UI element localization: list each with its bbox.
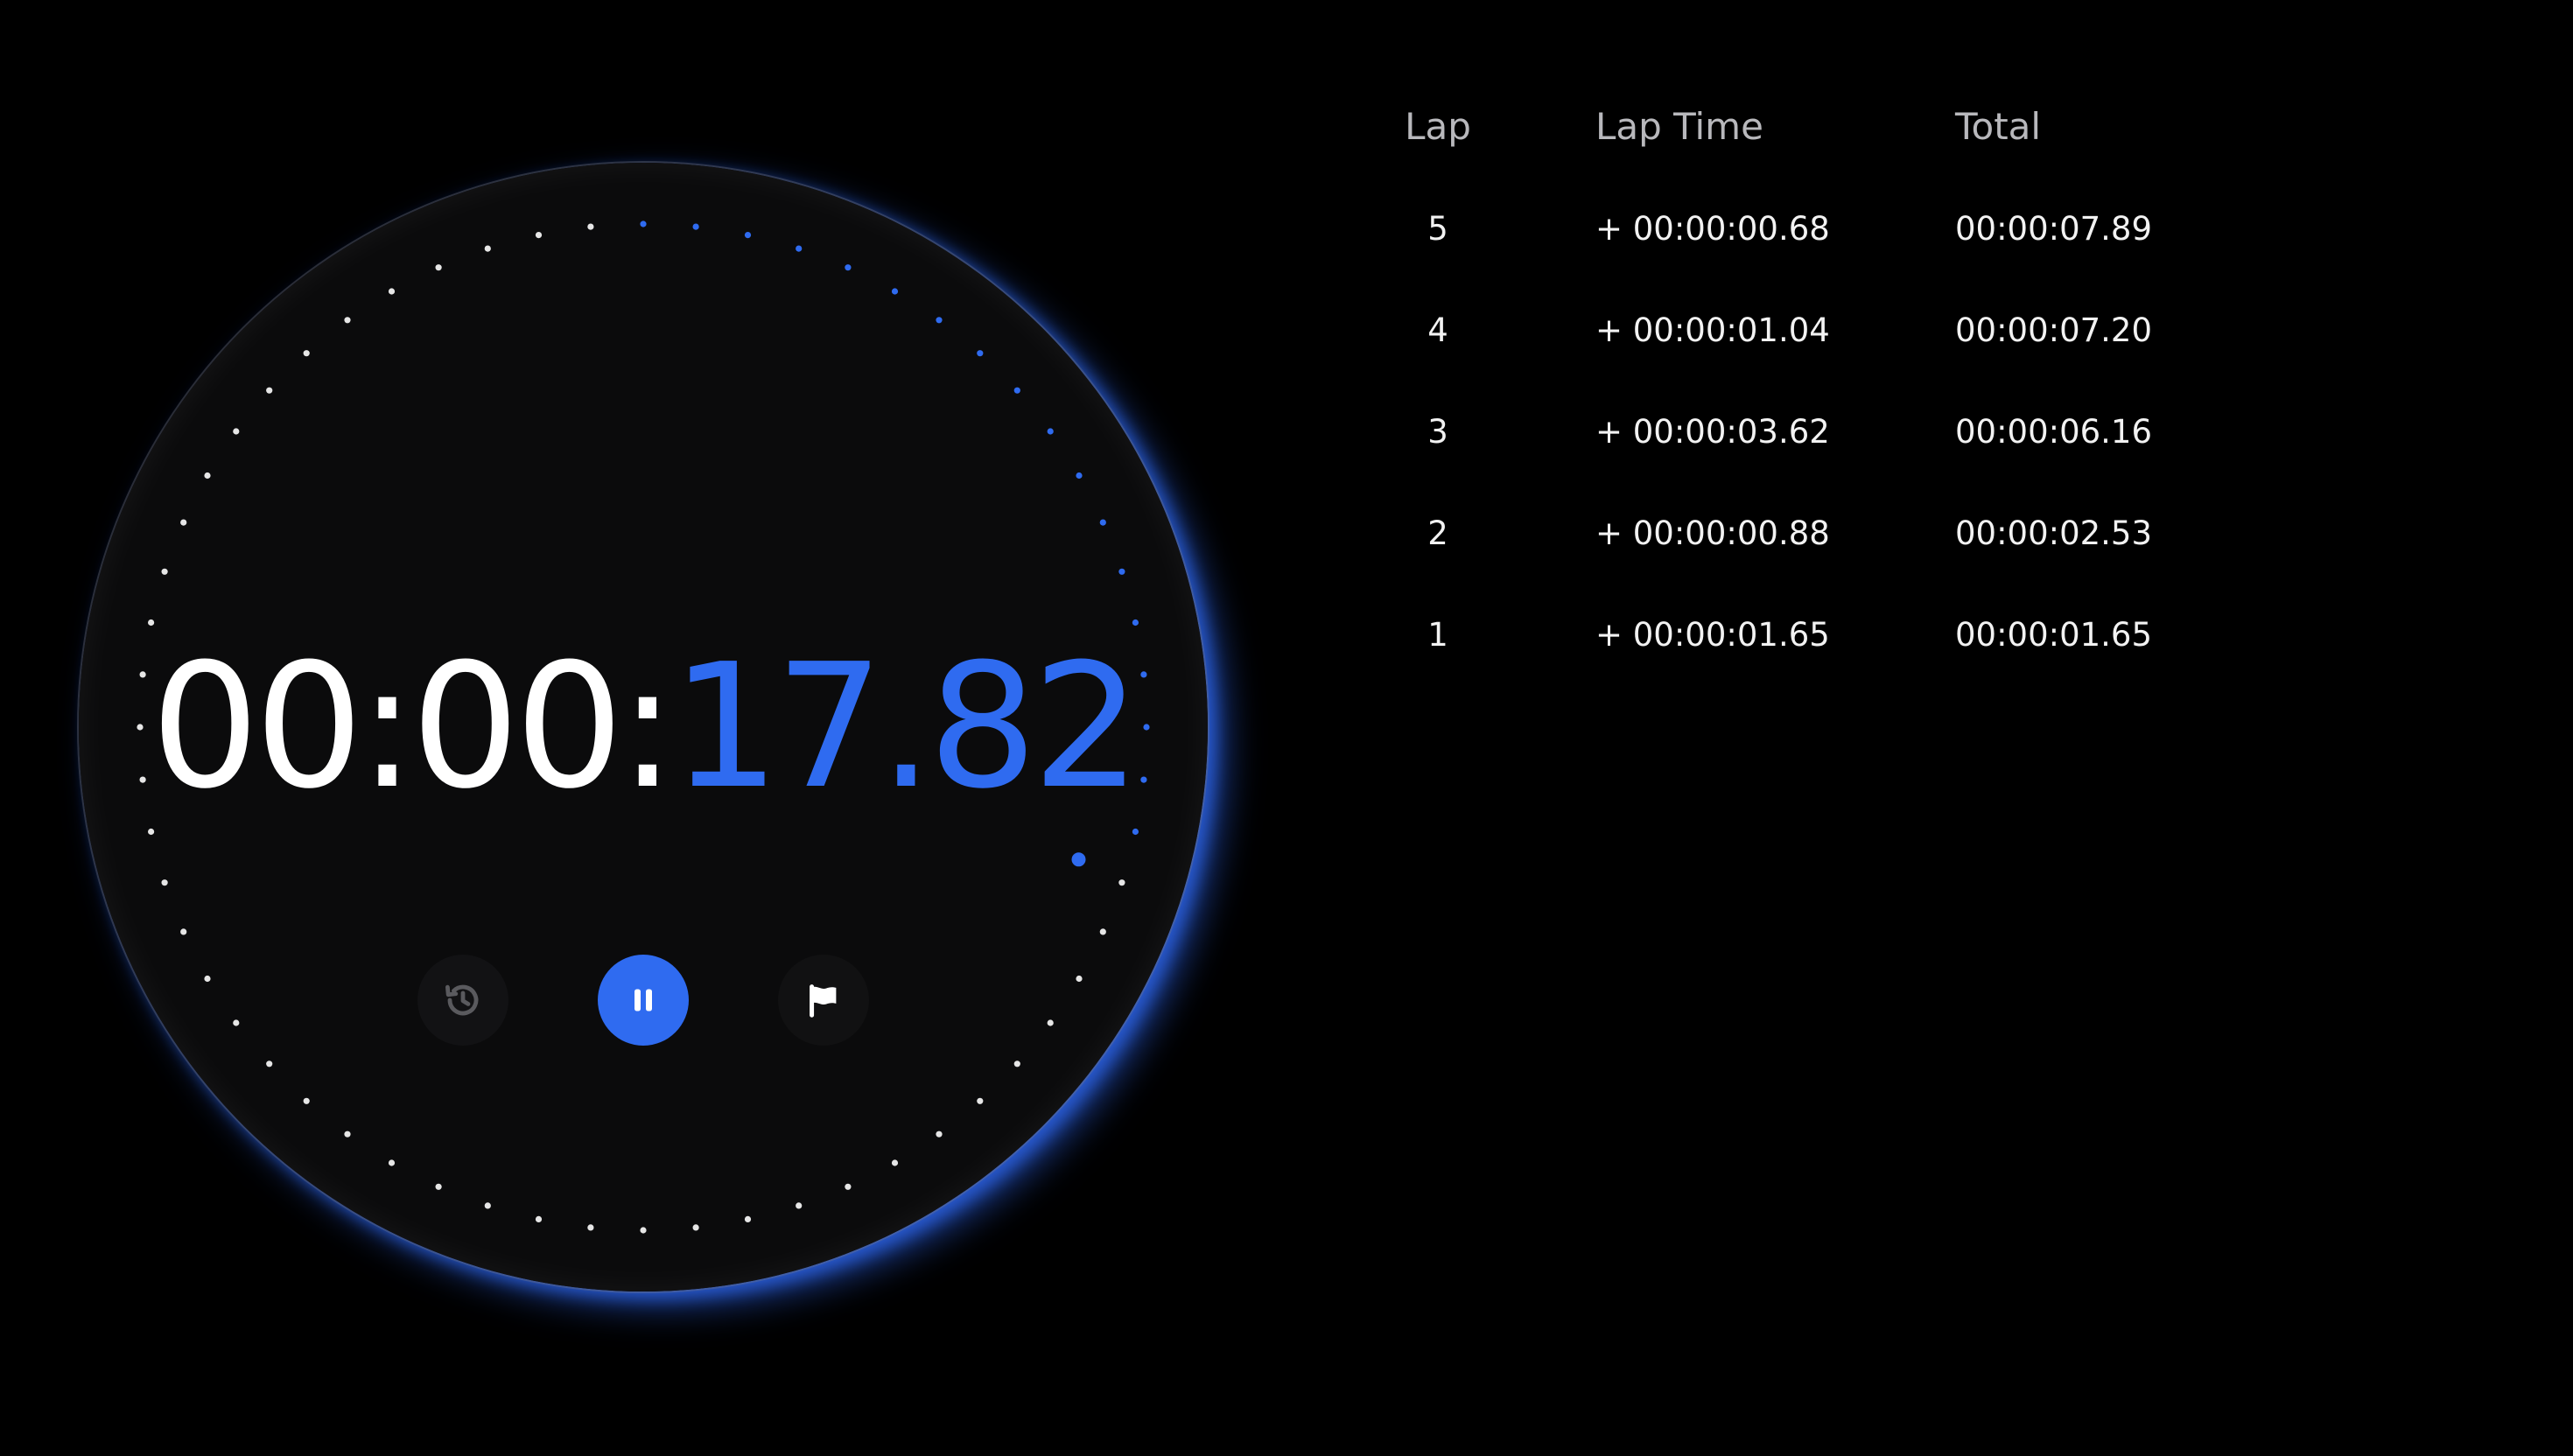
tick-dot [692, 223, 699, 230]
lap-total: 00:00:07.20 [1955, 312, 2153, 349]
total-column-header: Total [1955, 105, 2042, 148]
tick-dot [891, 288, 899, 295]
seconds-indicator-dot [1071, 852, 1086, 867]
lap-row: 5 + 00:00:00.68 00:00:07.89 [1365, 201, 2240, 303]
stopwatch-dial: 00:00:17.82 [79, 163, 1208, 1292]
lap-total: 00:00:02.53 [1955, 514, 2153, 552]
tick-dot [303, 350, 310, 357]
tick-dot [161, 879, 168, 886]
tick-dot [796, 245, 803, 252]
tick-dot [1047, 1019, 1054, 1026]
tick-dot [587, 223, 594, 230]
tick-dot [845, 264, 852, 271]
lap-number: 2 [1427, 514, 1448, 552]
lap-time-column-header: Lap Time [1595, 105, 1763, 148]
elapsed-time-hours-minutes: 00:00: [151, 627, 677, 827]
tick-dot [796, 1202, 803, 1209]
tick-dot [936, 1130, 943, 1138]
tick-dot [587, 1224, 594, 1231]
tick-dot [233, 428, 240, 435]
tick-dot [148, 619, 155, 626]
lap-total: 00:00:07.89 [1955, 210, 2153, 248]
pause-button[interactable] [598, 955, 689, 1046]
lap-row: 3 + 00:00:03.62 00:00:06.16 [1365, 404, 2240, 506]
tick-dot [1099, 519, 1106, 526]
lap-time: + 00:00:00.68 [1595, 210, 1830, 248]
tick-dot [845, 1183, 852, 1190]
lap-number: 1 [1427, 616, 1448, 654]
tick-dot [640, 220, 647, 228]
stopwatch-app: 00:00:17.82 Lap Lap Time Total 5 + 00:00… [0, 0, 2573, 1456]
tick-dot [484, 1202, 491, 1209]
tick-dot [435, 264, 442, 271]
tick-dot [388, 1159, 396, 1166]
tick-dot [1132, 828, 1139, 836]
tick-dot [344, 1130, 351, 1138]
flag-icon [810, 984, 837, 1018]
tick-dot [1047, 428, 1054, 435]
tick-dot [180, 928, 187, 935]
elapsed-time-display: 00:00:17.82 [79, 640, 1208, 815]
tick-dot [891, 1159, 899, 1166]
tick-dot [977, 1097, 984, 1104]
tick-dot [148, 828, 155, 836]
tick-dot [535, 1215, 543, 1222]
tick-dot [744, 232, 752, 239]
tick-dot [266, 1060, 273, 1068]
tick-dot [233, 1019, 240, 1026]
tick-dot [744, 1215, 752, 1222]
lap-time: + 00:00:00.88 [1595, 514, 1830, 552]
tick-dot [344, 317, 351, 324]
tick-dot [1013, 1060, 1020, 1068]
lap-time: + 00:00:01.65 [1595, 616, 1830, 654]
lap-time: + 00:00:01.04 [1595, 312, 1830, 349]
laps-table: Lap Lap Time Total 5 + 00:00:00.68 00:00… [1365, 94, 2240, 709]
tick-dot [1132, 619, 1139, 626]
tick-dot [977, 350, 984, 357]
tick-dot [535, 232, 543, 239]
elapsed-time-seconds: 17.82 [670, 627, 1141, 827]
tick-dot [484, 245, 491, 252]
reset-button[interactable] [417, 955, 508, 1046]
tick-dot [640, 1227, 647, 1234]
tick-dot [1076, 975, 1083, 983]
lap-row: 2 + 00:00:00.88 00:00:02.53 [1365, 506, 2240, 607]
laps-table-header: Lap Lap Time Total [1365, 94, 2240, 201]
tick-dot [180, 519, 187, 526]
tick-dot [388, 288, 396, 295]
tick-dot [266, 387, 273, 394]
lap-number: 4 [1427, 312, 1448, 349]
tick-dot [936, 317, 943, 324]
lap-total: 00:00:01.65 [1955, 616, 2153, 654]
tick-dot [1076, 472, 1083, 480]
lap-number: 5 [1427, 210, 1448, 248]
tick-dot [161, 568, 168, 575]
tick-dot [303, 1097, 310, 1104]
tick-dot [1118, 879, 1125, 886]
lap-button[interactable] [778, 955, 869, 1046]
lap-number: 3 [1427, 413, 1448, 451]
lap-row: 4 + 00:00:01.04 00:00:07.20 [1365, 303, 2240, 404]
tick-dot [435, 1183, 442, 1190]
lap-total: 00:00:06.16 [1955, 413, 2153, 451]
tick-dot [692, 1224, 699, 1231]
tick-dot [1118, 568, 1125, 575]
lap-row: 1 + 00:00:01.65 00:00:01.65 [1365, 607, 2240, 709]
lap-time: + 00:00:03.62 [1595, 413, 1830, 451]
pause-icon [634, 989, 652, 1012]
tick-dot [1099, 928, 1106, 935]
tick-dot [204, 975, 211, 983]
lap-column-header: Lap [1405, 105, 1471, 148]
tick-dot [1013, 387, 1020, 394]
tick-dot [204, 472, 211, 480]
history-icon [445, 984, 479, 1016]
